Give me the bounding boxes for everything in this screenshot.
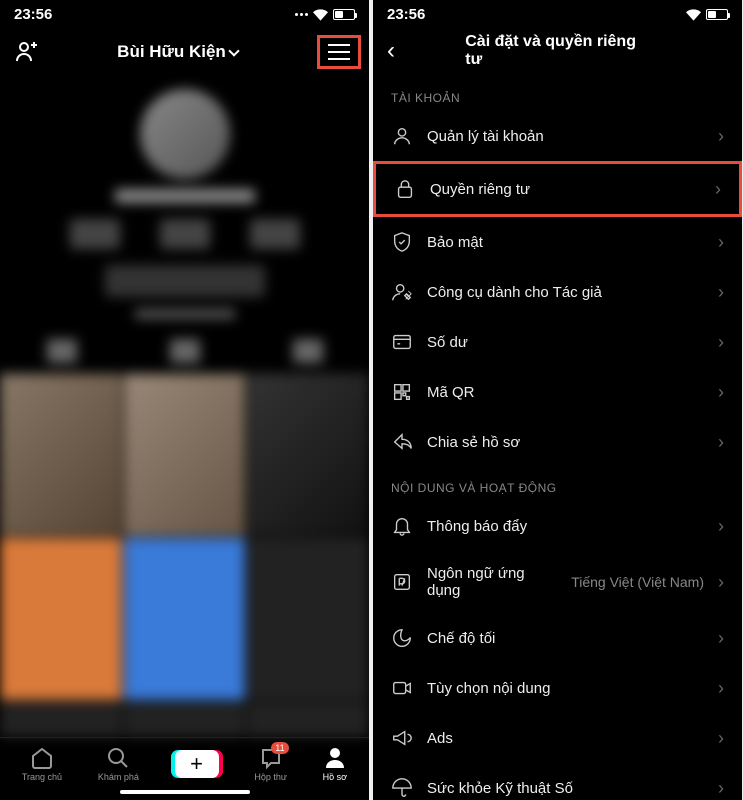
settings-title: Cài đặt và quyền riêng tư — [465, 33, 650, 69]
chevron-down-icon — [228, 45, 239, 56]
section-content: NỘI DUNG VÀ HOẠT ĐỘNG — [373, 467, 742, 501]
creator-icon — [391, 281, 413, 303]
setting-content-prefs[interactable]: Tùy chọn nội dung › — [373, 663, 742, 713]
setting-security[interactable]: Bảo mật › — [373, 217, 742, 267]
status-bar: 23:56 — [373, 0, 742, 25]
profile-header: Bùi Hữu Kiện — [0, 25, 369, 79]
nav-discover[interactable]: Khám phá — [98, 746, 139, 782]
video-icon — [391, 677, 413, 699]
battery-icon — [706, 9, 728, 20]
wifi-icon — [686, 9, 701, 21]
nav-inbox-label: Hộp thư — [254, 772, 287, 782]
nav-inbox[interactable]: 11 Hộp thư — [254, 746, 287, 782]
nav-discover-label: Khám phá — [98, 772, 139, 782]
battery-icon — [333, 9, 355, 20]
share-icon — [391, 431, 413, 453]
setting-push-notifications[interactable]: Thông báo đẩy › — [373, 501, 742, 551]
chevron-right-icon: › — [718, 678, 724, 699]
home-icon — [30, 746, 54, 770]
setting-privacy[interactable]: Quyền riêng tư › — [373, 161, 742, 217]
status-bar: 23:56 — [0, 0, 369, 25]
nav-home-label: Trang chủ — [22, 772, 62, 782]
shield-icon — [391, 231, 413, 253]
chevron-right-icon: › — [718, 232, 724, 253]
moon-icon — [391, 627, 413, 649]
lock-icon — [394, 178, 416, 200]
blurred-profile-content — [0, 79, 369, 737]
wifi-icon — [313, 9, 328, 21]
chevron-right-icon: › — [718, 126, 724, 147]
hamburger-menu-icon[interactable] — [328, 44, 350, 60]
qr-icon — [391, 381, 413, 403]
setting-ads[interactable]: Ads › — [373, 713, 742, 763]
username-dropdown[interactable]: Bùi Hữu Kiện — [117, 42, 238, 62]
chevron-right-icon: › — [718, 516, 724, 537]
user-icon — [391, 125, 413, 147]
username-label: Bùi Hữu Kiện — [117, 42, 226, 62]
setting-creator-tools[interactable]: Công cụ dành cho Tác giả › — [373, 267, 742, 317]
chevron-right-icon: › — [718, 282, 724, 303]
chevron-right-icon: › — [718, 332, 724, 353]
bell-icon — [391, 515, 413, 537]
chevron-right-icon: › — [718, 432, 724, 453]
settings-header: ‹ Cài đặt và quyền riêng tư — [373, 25, 742, 77]
status-time: 23:56 — [14, 6, 52, 23]
chevron-right-icon: › — [715, 179, 721, 200]
chevron-right-icon: › — [718, 382, 724, 403]
setting-digital-wellbeing[interactable]: Sức khỏe Kỹ thuật Số › — [373, 763, 742, 800]
language-icon — [391, 571, 413, 593]
setting-balance[interactable]: Số dư › — [373, 317, 742, 367]
nav-profile[interactable]: Hồ sơ — [323, 746, 347, 782]
megaphone-icon — [391, 727, 413, 749]
plus-icon: + — [175, 750, 219, 778]
menu-highlight — [317, 35, 361, 69]
nav-profile-label: Hồ sơ — [323, 772, 347, 782]
search-icon — [106, 746, 130, 770]
back-button[interactable]: ‹ — [387, 37, 395, 65]
chevron-right-icon: › — [718, 778, 724, 799]
settings-screen: 23:56 ‹ Cài đặt và quyền riêng tư TÀI KH… — [373, 0, 742, 800]
setting-share-profile[interactable]: Chia sẻ hồ sơ › — [373, 417, 742, 467]
settings-list: TÀI KHOẢN Quản lý tài khoản › Quyền riên… — [373, 77, 742, 800]
umbrella-icon — [391, 777, 413, 799]
language-value: Tiếng Việt (Việt Nam) — [571, 574, 704, 590]
profile-icon — [323, 746, 347, 770]
inbox-badge: 11 — [271, 742, 288, 754]
setting-dark-mode[interactable]: Chế độ tối › — [373, 613, 742, 663]
chevron-right-icon: › — [718, 572, 724, 593]
chevron-right-icon: › — [718, 728, 724, 749]
setting-manage-account[interactable]: Quản lý tài khoản › — [373, 111, 742, 161]
add-user-icon[interactable] — [14, 40, 38, 64]
profile-screen: 23:56 Bùi Hữu Kiện — [0, 0, 369, 800]
more-dots-icon — [295, 13, 308, 16]
wallet-icon — [391, 331, 413, 353]
section-account: TÀI KHOẢN — [373, 77, 742, 111]
setting-qr-code[interactable]: Mã QR › — [373, 367, 742, 417]
setting-app-language[interactable]: Ngôn ngữ ứng dụng Tiếng Việt (Việt Nam) … — [373, 551, 742, 613]
nav-home[interactable]: Trang chủ — [22, 746, 62, 782]
nav-create[interactable]: + — [175, 750, 219, 778]
status-time: 23:56 — [387, 6, 425, 23]
chevron-right-icon: › — [718, 628, 724, 649]
home-indicator[interactable] — [120, 790, 250, 794]
